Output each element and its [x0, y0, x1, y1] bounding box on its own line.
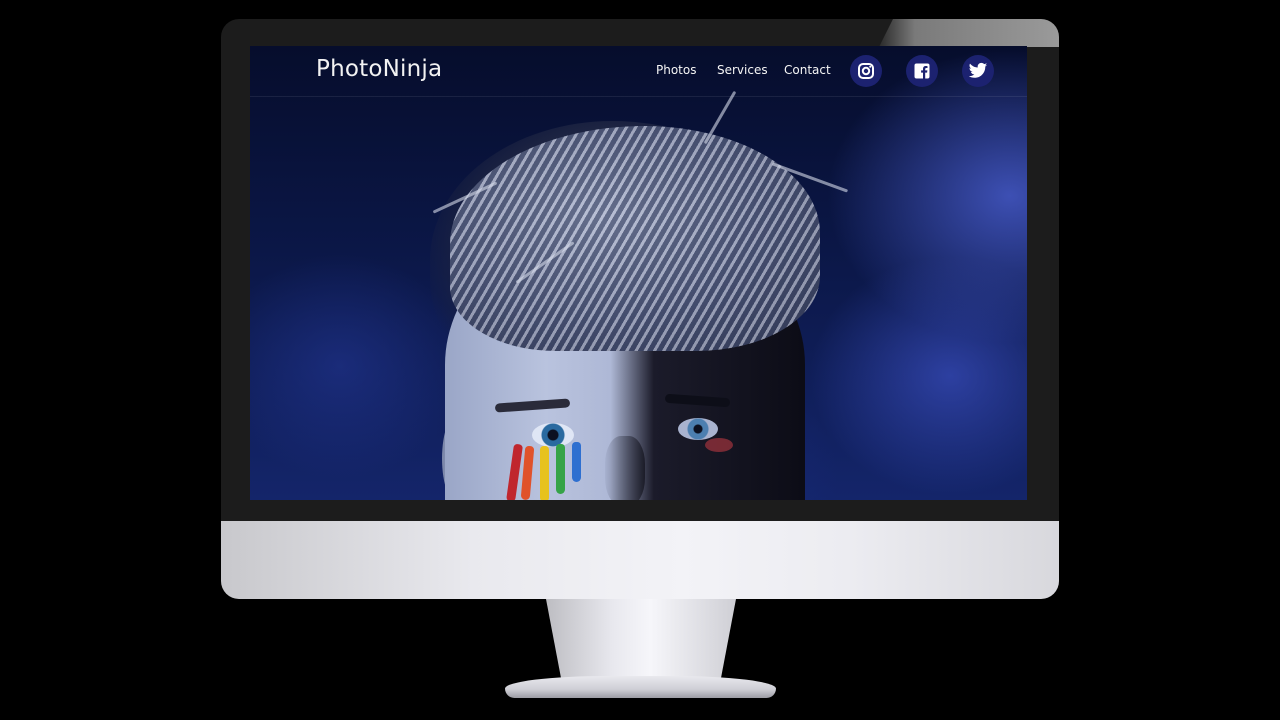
monitor-stand-base: [505, 676, 776, 698]
rainbow-paint-smudge: [705, 438, 733, 452]
facebook-button[interactable]: [906, 55, 938, 87]
hero-hair: [450, 126, 820, 351]
hero-nose: [605, 436, 645, 500]
stage: PhotoNinja Photos Services Contact: [0, 0, 1280, 720]
facebook-icon: [914, 63, 930, 79]
monitor-screen: PhotoNinja Photos Services Contact: [250, 46, 1027, 500]
brand-logo[interactable]: PhotoNinja: [316, 56, 442, 82]
hero-photo: [250, 46, 1027, 500]
monitor-chin: [221, 521, 1059, 599]
bezel-reflection: [879, 19, 1059, 47]
site-navbar: PhotoNinja Photos Services Contact: [250, 46, 1027, 97]
rainbow-paint-stripe: [556, 444, 565, 494]
nav-link-photos[interactable]: Photos: [656, 63, 696, 77]
rainbow-paint-stripe: [540, 446, 549, 500]
twitter-icon: [968, 62, 988, 78]
rainbow-paint-stripe: [572, 442, 581, 482]
hero-eye-left: [532, 423, 574, 447]
instagram-icon: [858, 63, 874, 79]
twitter-button[interactable]: [962, 55, 994, 87]
nav-link-services[interactable]: Services: [717, 63, 768, 77]
nav-link-contact[interactable]: Contact: [784, 63, 831, 77]
monitor: PhotoNinja Photos Services Contact: [221, 19, 1059, 599]
hero-eye-right: [678, 418, 718, 440]
monitor-stand: [546, 599, 736, 679]
instagram-button[interactable]: [850, 55, 882, 87]
